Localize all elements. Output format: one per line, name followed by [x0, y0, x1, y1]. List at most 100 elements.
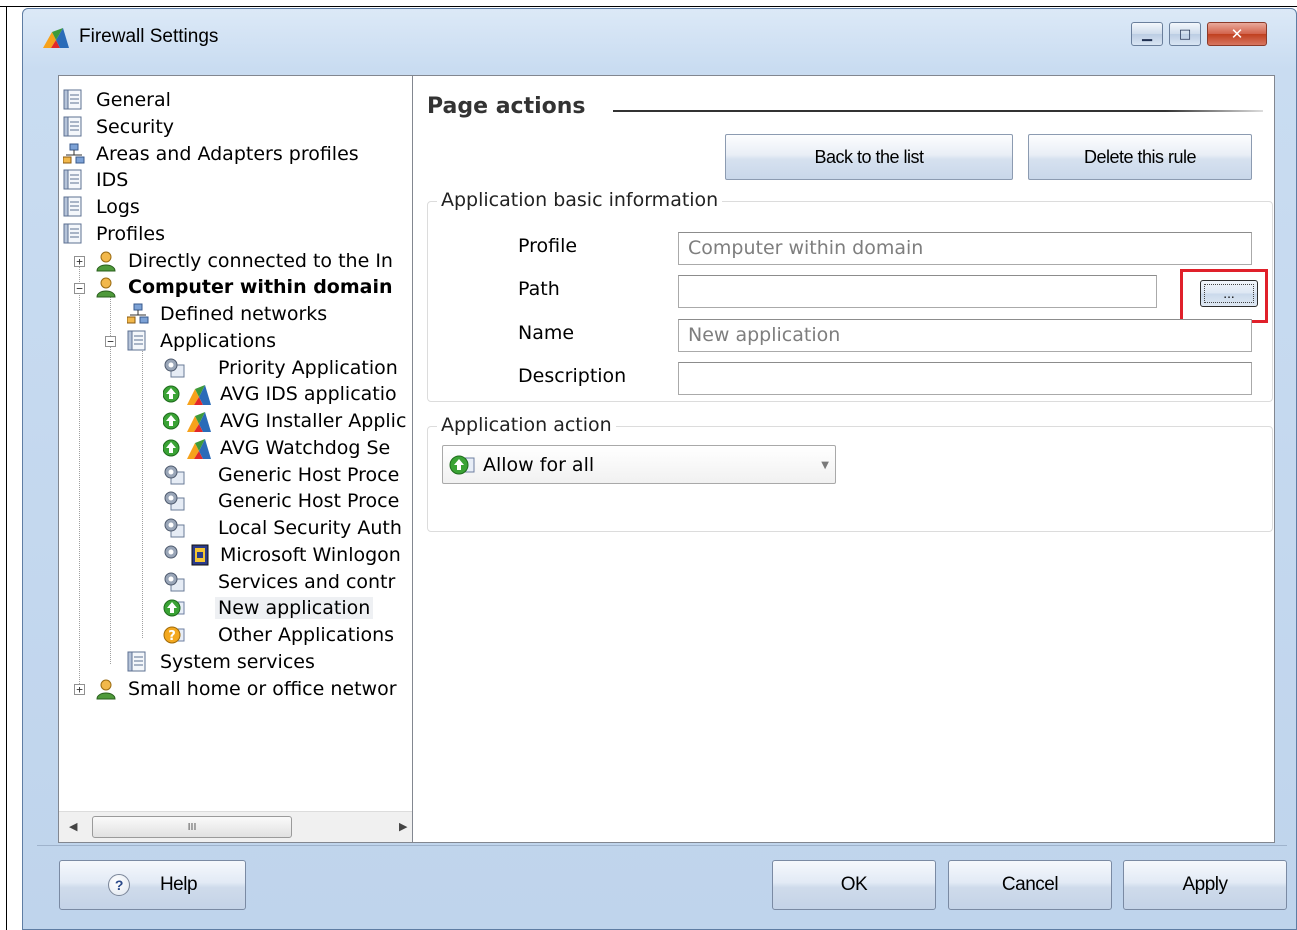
name-field[interactable]: New application: [678, 319, 1252, 352]
tree-item[interactable]: Computer within domain: [95, 274, 396, 300]
tree-item-label: Small home or office networ: [128, 677, 397, 700]
help-icon: ?: [107, 874, 130, 896]
tree-item-label: IDS: [96, 169, 129, 192]
tree-item[interactable]: AVG Watchdog Se: [163, 435, 393, 461]
avg-logo-icon: [187, 437, 217, 459]
selected-action-label: Allow for all: [483, 453, 595, 476]
tree-item[interactable]: New application: [163, 595, 374, 621]
description-field[interactable]: [678, 362, 1252, 395]
tree-item[interactable]: Logs: [63, 194, 143, 220]
avg-app-icon: [163, 437, 185, 459]
maximize-icon: □: [1178, 26, 1192, 42]
close-icon: ✕: [1230, 25, 1244, 43]
scroll-thumb[interactable]: III: [92, 816, 292, 838]
tree-item[interactable]: General: [63, 87, 174, 113]
help-label: Help: [159, 874, 198, 895]
page-edge-left: [6, 6, 7, 930]
profile-field: Computer within domain: [678, 232, 1252, 265]
tree-item[interactable]: Local Security Auth: [163, 515, 405, 541]
maximize-button[interactable]: □: [1169, 22, 1201, 46]
tree-item[interactable]: Directly connected to the In: [95, 248, 396, 274]
profile-label: Profile: [518, 235, 578, 257]
avg-logo-icon: [43, 28, 69, 48]
tree-horizontal-scrollbar[interactable]: ◀ III ▶: [59, 811, 418, 842]
tree-item[interactable]: Defined networks: [127, 301, 330, 327]
tree-item[interactable]: Services and contr: [163, 569, 398, 595]
tree-item-label: Local Security Auth: [218, 517, 402, 539]
expand-toggle[interactable]: +: [74, 256, 85, 267]
network-icon: [63, 143, 85, 165]
navigation-tree-pane[interactable]: + − − + General Security Areas and Adapter…: [58, 75, 419, 843]
tree-item[interactable]: IDS: [63, 167, 131, 193]
document-icon: [63, 196, 85, 218]
question-icon: ?: [163, 624, 185, 646]
document-icon: [63, 169, 85, 191]
document-icon: [127, 651, 149, 673]
tree-item[interactable]: AVG Installer Applic: [163, 408, 409, 434]
firewall-settings-window: Firewall Settings ▁ □ ✕ + − − + General S…: [22, 8, 1297, 930]
apply-button[interactable]: Apply: [1123, 860, 1287, 910]
path-field[interactable]: [678, 275, 1157, 308]
document-icon: [127, 330, 149, 352]
tree-item-label: Priority Application: [218, 356, 398, 379]
minimize-button[interactable]: ▁: [1131, 22, 1163, 46]
gear-lock-icon: [163, 544, 185, 566]
user-icon: [95, 250, 117, 272]
tree-item[interactable]: System services: [127, 649, 318, 675]
tree-item-label: New application: [215, 597, 374, 620]
tree-item-label: System services: [160, 650, 315, 673]
close-button[interactable]: ✕: [1207, 22, 1267, 46]
tree-item[interactable]: Profiles: [63, 221, 168, 247]
back-to-list-button[interactable]: Back to the list: [725, 134, 1013, 180]
collapse-toggle[interactable]: −: [105, 336, 116, 347]
tree-item-label: AVG Watchdog Se: [220, 436, 391, 459]
gear-icon: [163, 464, 185, 486]
tree-item[interactable]: Security: [63, 114, 177, 140]
cancel-button[interactable]: Cancel: [948, 860, 1112, 910]
tree-item[interactable]: Areas and Adapters profiles: [63, 141, 362, 167]
tree-item[interactable]: AVG IDS applicatio: [163, 381, 400, 407]
tree-item-label: General: [96, 89, 171, 111]
avg-app-icon: [163, 383, 185, 405]
page-edge-top: [0, 6, 1297, 7]
help-button[interactable]: ? Help: [59, 860, 246, 910]
delete-rule-button[interactable]: Delete this rule: [1028, 134, 1252, 180]
chevron-down-icon[interactable]: ▼: [821, 460, 829, 471]
tree-guide-line: [79, 266, 80, 690]
heading-divider: [613, 110, 1263, 112]
expand-toggle[interactable]: +: [74, 684, 85, 695]
tree-item-label: Applications: [160, 329, 277, 352]
tree-item[interactable]: ? Other Applications: [163, 622, 397, 648]
basic-info-group-title: Application basic information: [437, 189, 723, 211]
allow-icon: [163, 597, 185, 619]
tree-item[interactable]: Generic Host Proce: [163, 462, 402, 488]
user-icon: [95, 678, 117, 700]
tree-item-label: Directly connected to the In: [128, 249, 393, 272]
tree-item[interactable]: Small home or office networ: [95, 676, 400, 702]
title-bar[interactable]: Firewall Settings ▁ □ ✕: [23, 9, 1296, 67]
document-icon: [63, 89, 85, 111]
tree-item-label: AVG IDS applicatio: [220, 383, 397, 406]
document-icon: [63, 116, 85, 138]
gear-icon: [163, 571, 185, 593]
minimize-icon: ▁: [1142, 26, 1152, 42]
collapse-toggle[interactable]: −: [74, 283, 85, 294]
tree-item[interactable]: Microsoft Winlogon: [163, 542, 404, 568]
svg-text:?: ?: [168, 629, 176, 644]
tree-item-label: Generic Host Proce: [218, 463, 400, 486]
scroll-left-icon[interactable]: ◀: [69, 820, 77, 833]
application-action-group-title: Application action: [437, 414, 616, 436]
tree-item[interactable]: Generic Host Proce: [163, 488, 402, 514]
tree-item-label: Profiles: [96, 222, 165, 245]
application-action-dropdown[interactable]: Allow for all ▼: [442, 445, 836, 484]
avg-logo-icon: [187, 383, 217, 406]
gear-icon: [163, 517, 185, 539]
tree-item[interactable]: Priority Application: [163, 355, 401, 381]
tree-guide-line: [142, 346, 143, 638]
winlogon-icon: [191, 544, 217, 566]
network-icon: [127, 303, 149, 325]
footer-divider: [37, 845, 1287, 846]
tree-item[interactable]: Applications: [127, 328, 279, 354]
scroll-right-icon[interactable]: ▶: [399, 820, 407, 833]
ok-button[interactable]: OK: [772, 860, 936, 910]
